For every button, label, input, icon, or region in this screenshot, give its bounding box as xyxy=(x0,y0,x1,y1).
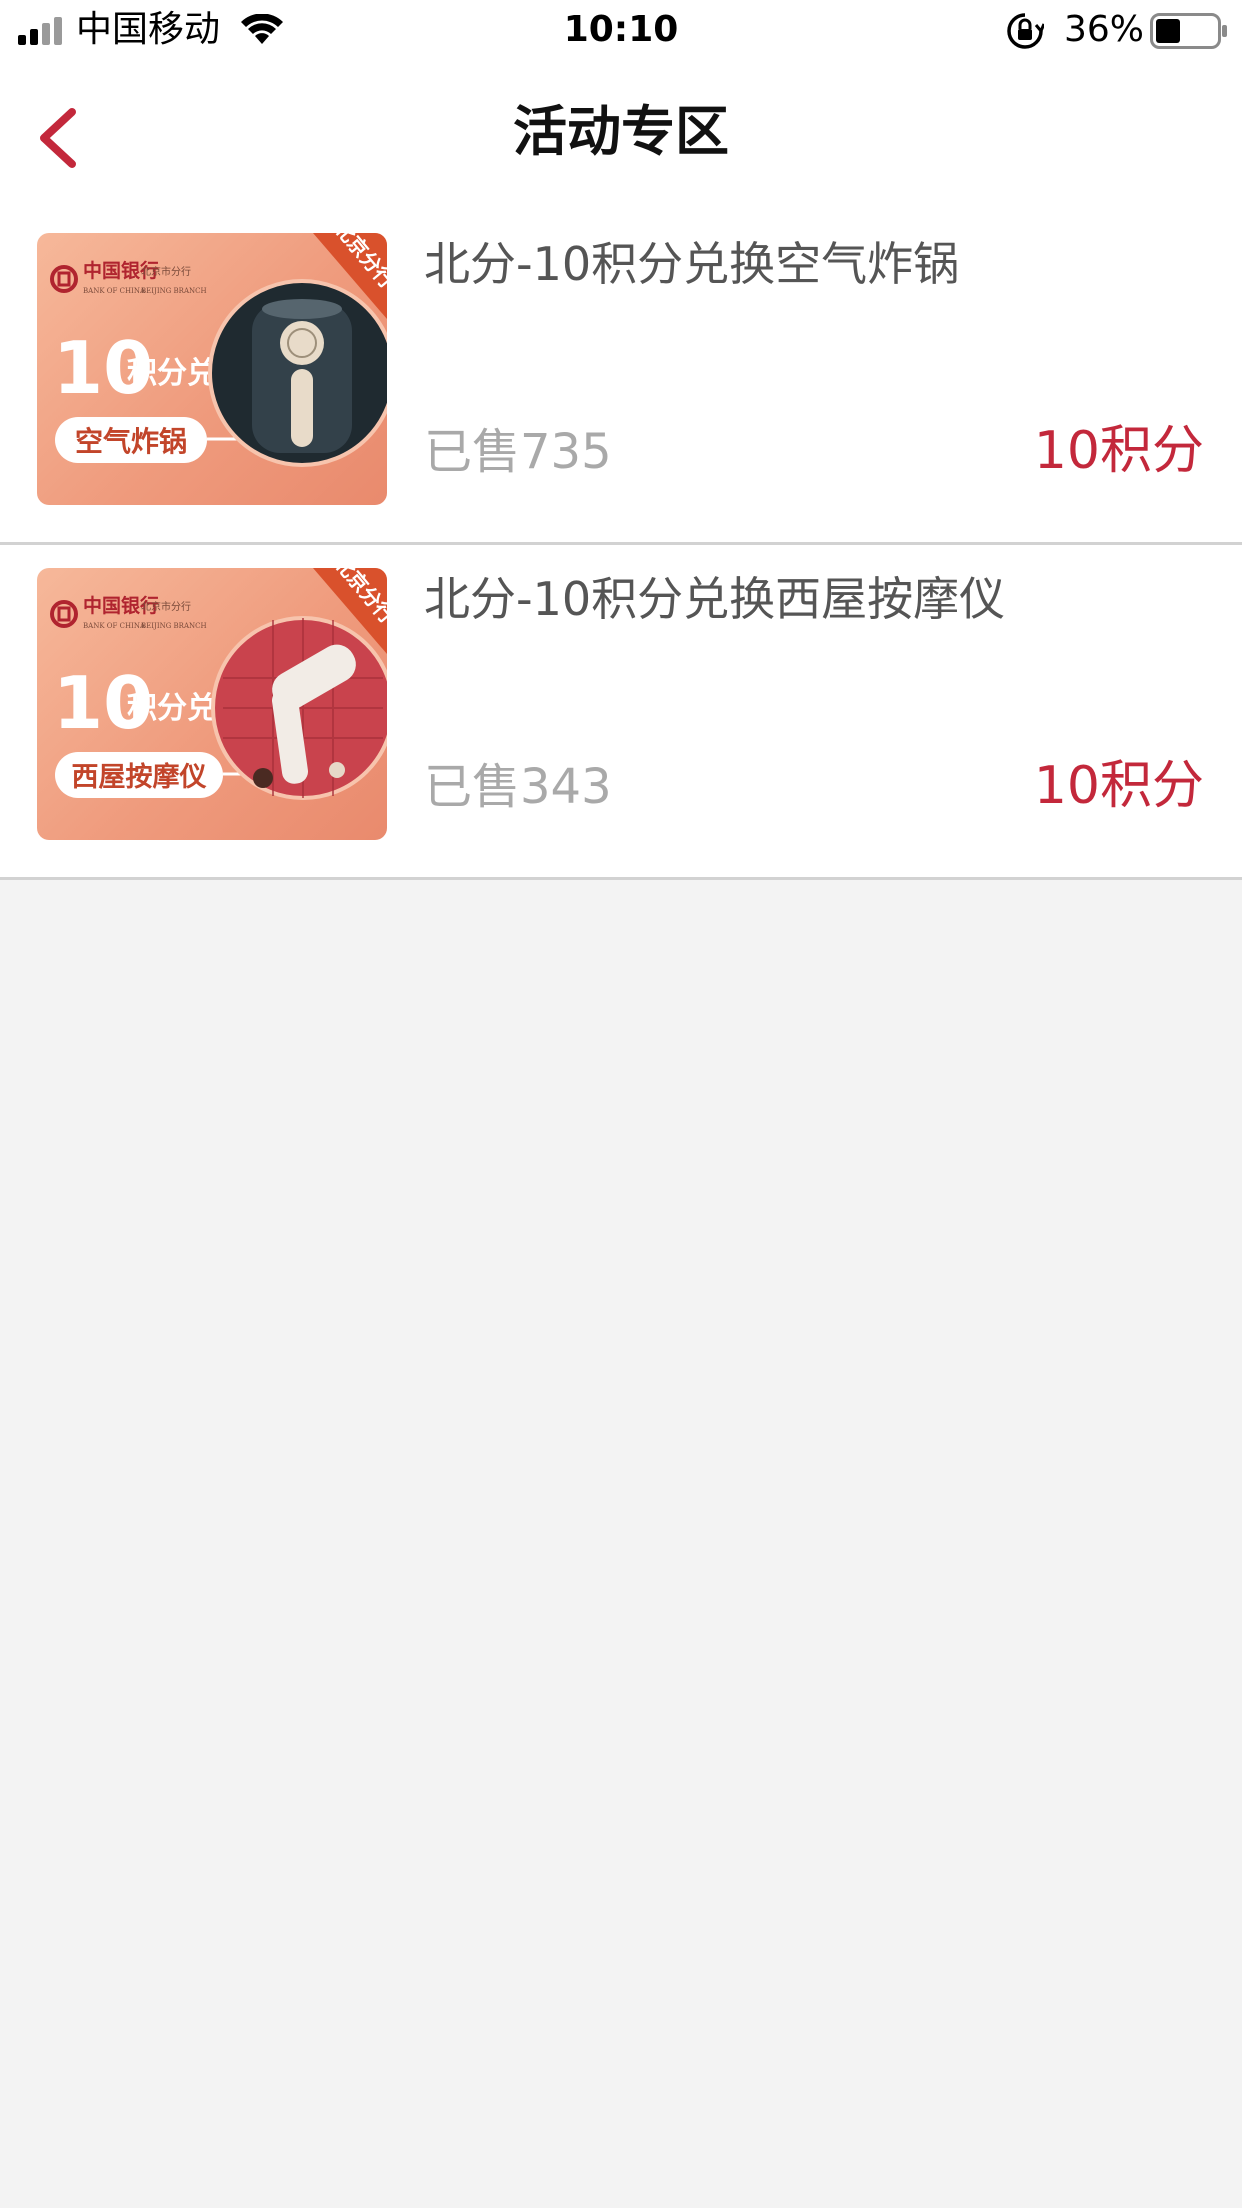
banner-bank-en: BANK OF CHINA xyxy=(83,622,146,630)
battery-percent: 36% xyxy=(1064,9,1145,50)
item-title: 北分-10积分兑换空气炸锅 xyxy=(424,237,960,291)
banner-branch-en: BEIJING BRANCH xyxy=(141,287,207,295)
clock: 10:10 xyxy=(563,9,679,50)
status-bar: 中国移动 10:10 36% xyxy=(0,0,1242,62)
battery-icon xyxy=(1150,13,1227,49)
rotation-lock-icon xyxy=(1007,13,1044,49)
page-title: 活动专区 xyxy=(513,100,729,163)
banner-bank-en: BANK OF CHINA xyxy=(83,287,146,295)
list-item[interactable]: 北京分行 中国银行 北京市分行 BANK OF CHINA BEIJING BR… xyxy=(0,545,1242,880)
banner-branch: 北京市分行 xyxy=(141,600,191,613)
banner-branch: 北京市分行 xyxy=(141,265,191,278)
item-title: 北分-10积分兑换西屋按摩仪 xyxy=(424,572,1006,626)
activity-list: 北京分行 中国银行 北京市分行 BANK OF CHINA BEIJING BR… xyxy=(0,210,1242,880)
item-price: 10积分 xyxy=(1033,421,1204,481)
banner-branch-en: BEIJING BRANCH xyxy=(141,622,207,630)
list-item[interactable]: 北京分行 中国银行 北京市分行 BANK OF CHINA BEIJING BR… xyxy=(0,210,1242,545)
product-banner-image: 北京分行 中国银行 北京市分行 BANK OF CHINA BEIJING BR… xyxy=(37,568,387,840)
banner-product-label: 西屋按摩仪 xyxy=(72,761,207,793)
banner-headline-text: 积分兑 xyxy=(127,691,217,726)
item-sold-count: 已售735 xyxy=(424,424,612,480)
navigation-bar: 活动专区 xyxy=(0,62,1242,210)
item-price: 10积分 xyxy=(1033,756,1204,816)
product-banner-image: 北京分行 中国银行 北京市分行 BANK OF CHINA BEIJING BR… xyxy=(37,233,387,505)
banner-product-label: 空气炸锅 xyxy=(75,425,187,458)
banner-headline-text: 积分兑 xyxy=(127,356,217,391)
item-sold-count: 已售343 xyxy=(424,759,612,815)
